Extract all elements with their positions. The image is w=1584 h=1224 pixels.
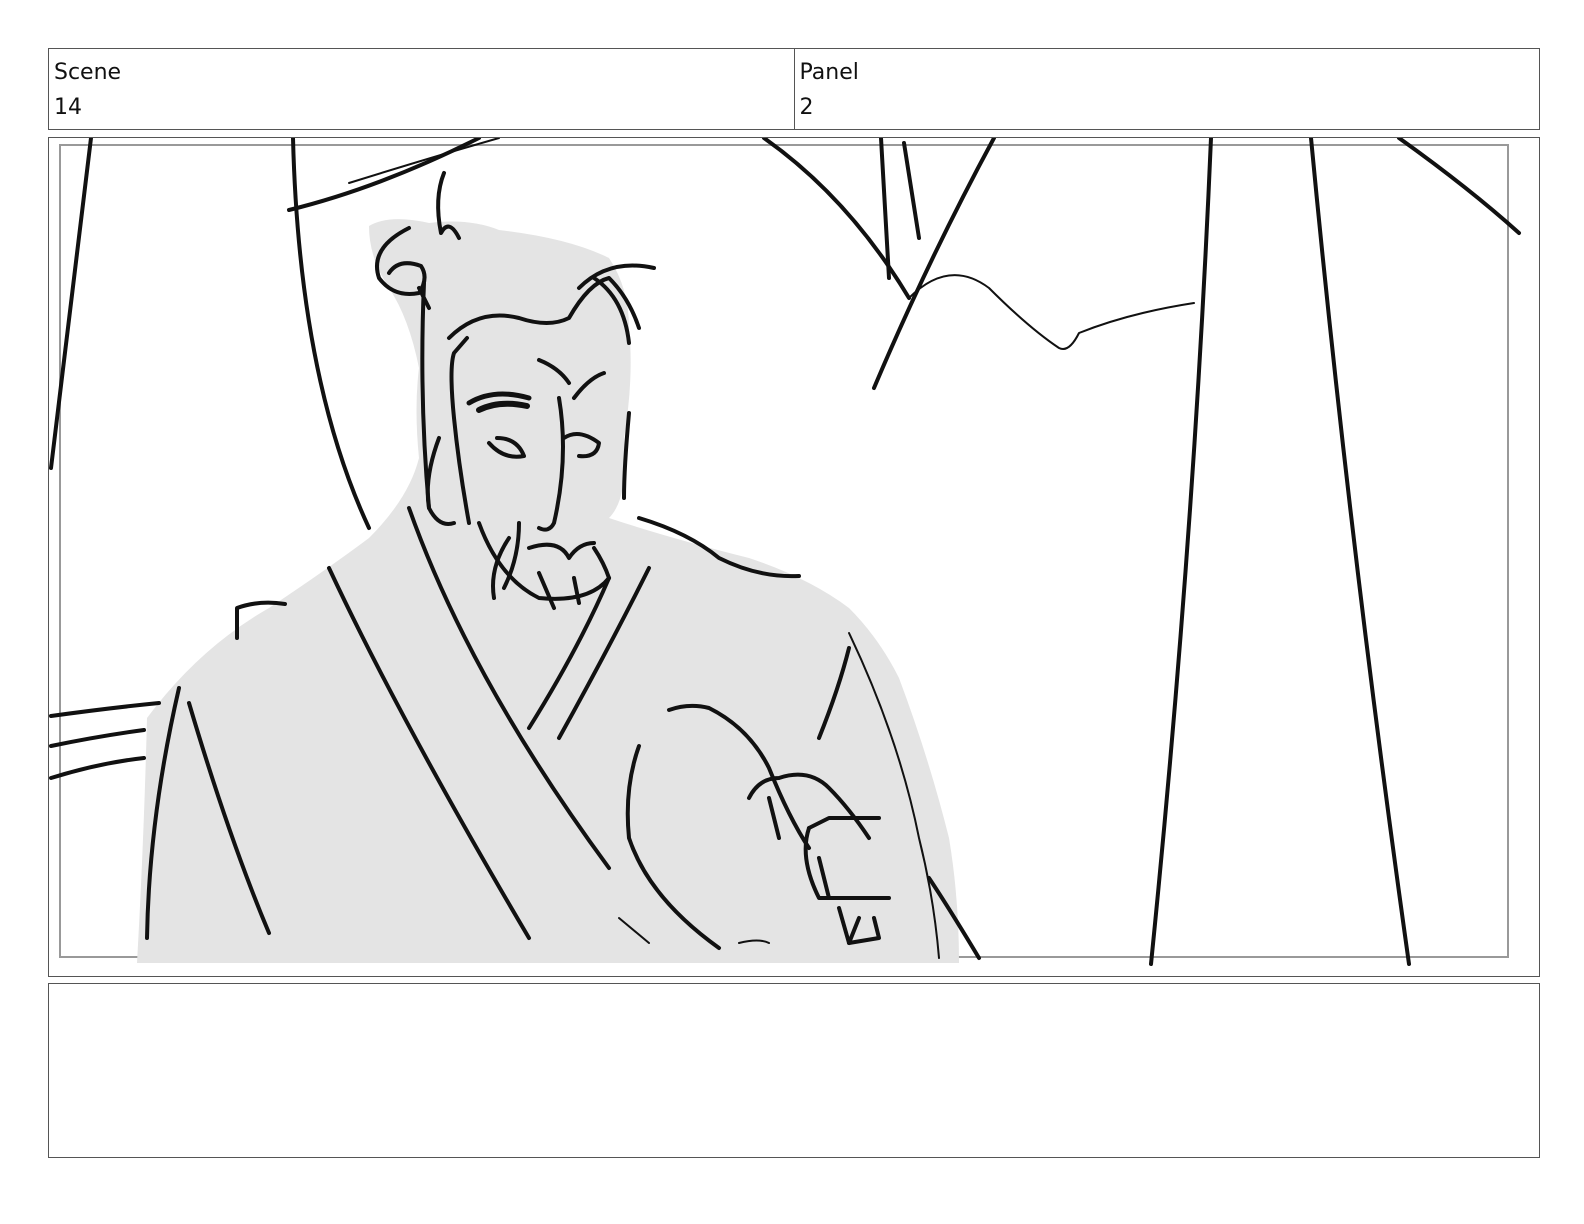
panel-number: 2 xyxy=(799,95,814,120)
panel-label: Panel xyxy=(799,60,859,85)
scene-number: 14 xyxy=(54,95,82,120)
scene-cell: Scene 14 xyxy=(49,49,794,129)
panel-cell: Panel 2 xyxy=(793,49,1540,129)
scene-label: Scene xyxy=(54,60,122,85)
storyboard-header: Scene 14 Panel 2 xyxy=(48,48,1540,130)
storyboard-panel xyxy=(48,137,1540,977)
sketch-drawing xyxy=(49,138,1521,966)
notes-box[interactable] xyxy=(48,983,1540,1158)
